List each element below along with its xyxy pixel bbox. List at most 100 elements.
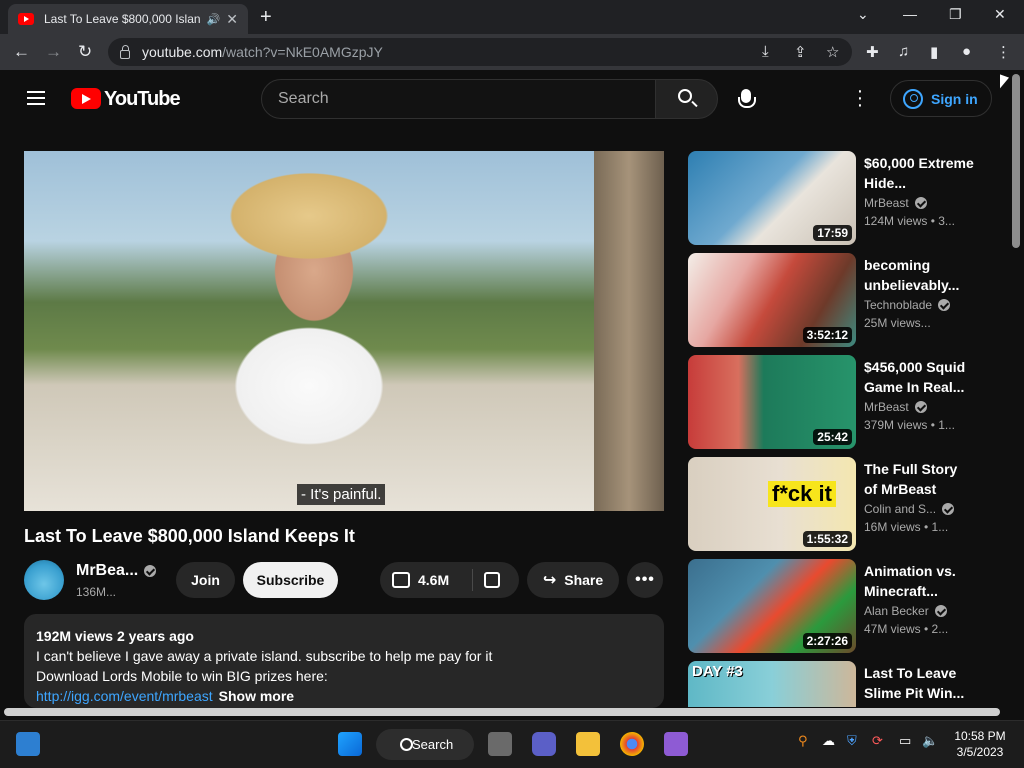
verified-icon: [938, 299, 951, 311]
description-box[interactable]: 192M views 2 years ago I can't believe I…: [24, 614, 664, 708]
cloud-off-icon[interactable]: ☁: [822, 733, 835, 749]
recommended-channel-row: Colin and S...: [864, 502, 955, 516]
video-title: Last To Leave $800,000 Island Keeps It: [24, 526, 355, 546]
recommended-channel-row: Technoblade: [864, 298, 951, 312]
microphone-icon[interactable]: [738, 89, 756, 108]
duration-badge: 2:27:26: [802, 633, 852, 649]
recommended-video[interactable]: 17:59 $60,000 Extreme Hide... MrBeast 12…: [688, 151, 988, 245]
start-windows-icon[interactable]: [338, 732, 362, 756]
url-path: /watch?v=NkE0AMGzpJY: [222, 44, 383, 60]
recommended-title[interactable]: The Full Story of MrBeast: [864, 459, 974, 499]
address-bar[interactable]: youtube.com/watch?v=NkE0AMGzpJY: [108, 38, 852, 66]
recommended-channel: Alan Becker: [864, 604, 929, 618]
recommended-video[interactable]: 2:27:26 Animation vs. Minecraft... Alan …: [688, 559, 988, 653]
taskbar-search[interactable]: Search: [376, 729, 474, 760]
vertical-scrollbar[interactable]: [1012, 74, 1020, 248]
like-divider: [472, 569, 473, 591]
back-icon[interactable]: ←: [13, 42, 30, 62]
install-icon[interactable]: ⤓: [762, 43, 769, 60]
thumbnail-text: DAY #3: [692, 663, 743, 680]
channel-avatar[interactable]: [24, 560, 64, 600]
clock-time: 10:58 PM: [954, 729, 1006, 743]
thumbs-up-icon[interactable]: [392, 572, 410, 588]
recommended-title[interactable]: Last To Leave Slime Pit Win...: [864, 663, 974, 703]
taskbar-clock[interactable]: 10:58 PM 3/5/2023: [950, 728, 1010, 760]
video-thumbnail[interactable]: 25:42: [688, 355, 856, 449]
url-host: youtube.com: [142, 44, 223, 60]
recommended-title[interactable]: $456,000 Squid Game In Real...: [864, 357, 974, 397]
recommended-title[interactable]: becoming unbelievably...: [864, 255, 974, 295]
media-control-icon[interactable]: ♫: [898, 43, 909, 60]
youtube-favicon-icon: [18, 13, 34, 25]
mouse-cursor: [1000, 74, 1009, 92]
settings-kebab-icon[interactable]: · · ·: [856, 81, 864, 115]
sign-in-label: Sign in: [931, 90, 978, 107]
volume-icon[interactable]: 🔈: [922, 733, 938, 749]
user-circle-icon: [903, 88, 923, 109]
recommended-views: 379M views • 1...: [864, 418, 955, 432]
recommended-video[interactable]: 25:42 $456,000 Squid Game In Real... MrB…: [688, 355, 988, 449]
recommended-video[interactable]: f*ck it 1:55:32 The Full Story of MrBeas…: [688, 457, 988, 551]
lock-icon[interactable]: [120, 44, 130, 59]
video-thumbnail[interactable]: 3:52:12: [688, 253, 856, 347]
sync-icon[interactable]: ⟳: [872, 733, 883, 749]
youtube-logo-text[interactable]: YouTube: [104, 88, 181, 111]
search-input[interactable]: Search: [261, 79, 656, 119]
forward-icon[interactable]: →: [45, 42, 62, 62]
share-page-icon[interactable]: ⇪: [794, 43, 807, 61]
minimize-button[interactable]: —: [903, 6, 917, 22]
recommended-views: 124M views • 3...: [864, 214, 955, 228]
video-thumbnail[interactable]: DAY #3: [688, 661, 856, 707]
hamburger-menu-icon[interactable]: [27, 91, 45, 105]
extensions-icon[interactable]: ✚: [866, 43, 879, 61]
task-view-icon[interactable]: [488, 732, 512, 756]
file-explorer-icon[interactable]: [576, 732, 600, 756]
horizontal-scrollbar[interactable]: [4, 708, 1000, 716]
browser-menu-icon[interactable]: ⋮: [996, 43, 1011, 61]
speaker-icon[interactable]: 🔊: [207, 13, 221, 26]
channel-name[interactable]: MrBea...: [76, 562, 138, 580]
recommended-video[interactable]: DAY #3 Last To Leave Slime Pit Win...: [688, 661, 988, 707]
thumbs-down-icon[interactable]: [484, 572, 500, 588]
video-thumbnail[interactable]: f*ck it 1:55:32: [688, 457, 856, 551]
sign-in-button[interactable]: Sign in: [890, 80, 992, 117]
teams-chat-icon[interactable]: [532, 732, 556, 756]
recommended-channel: Colin and S...: [864, 502, 937, 516]
tab-search-icon[interactable]: ⌄: [857, 6, 869, 23]
network-icon[interactable]: ▭: [899, 733, 911, 749]
more-actions-button[interactable]: •••: [627, 562, 663, 598]
show-more-button[interactable]: Show more: [219, 688, 294, 704]
join-button[interactable]: Join: [176, 562, 235, 598]
profile-icon[interactable]: ●: [962, 43, 971, 60]
close-window-button[interactable]: ✕: [994, 6, 1006, 23]
side-panel-icon[interactable]: ▮: [930, 43, 938, 61]
share-button[interactable]: ↪ Share: [527, 562, 619, 598]
video-player[interactable]: [24, 151, 664, 511]
channel-name-row[interactable]: MrBea...: [76, 562, 157, 580]
recommended-video[interactable]: 3:52:12 becoming unbelievably... Technob…: [688, 253, 988, 347]
recommended-title[interactable]: $60,000 Extreme Hide...: [864, 153, 974, 193]
youtube-logo-icon[interactable]: [71, 88, 101, 109]
visual-studio-icon[interactable]: [664, 732, 688, 756]
close-tab-icon[interactable]: ✕: [226, 11, 238, 28]
widgets-icon[interactable]: [16, 732, 40, 756]
security-shield-icon[interactable]: ⛨: [847, 733, 857, 749]
video-thumbnail[interactable]: 17:59: [688, 151, 856, 245]
like-dislike-group[interactable]: 4.6M: [380, 562, 519, 598]
description-line-1: I can't believe I gave away a private is…: [36, 648, 493, 664]
search-icon[interactable]: [678, 89, 692, 103]
subscribe-button[interactable]: Subscribe: [243, 562, 338, 598]
new-tab-button[interactable]: +: [260, 6, 272, 29]
browser-tab-active[interactable]: Last To Leave $800,000 Islan 🔊 ✕: [8, 4, 248, 34]
subscriber-count: 136M...: [76, 585, 117, 599]
reload-icon[interactable]: ↻: [78, 42, 92, 62]
duration-badge: 17:59: [813, 225, 852, 241]
recommended-title[interactable]: Animation vs. Minecraft...: [864, 561, 974, 601]
video-thumbnail[interactable]: 2:27:26: [688, 559, 856, 653]
description-link[interactable]: http://igg.com/event/mrbeast: [36, 688, 213, 704]
restore-button[interactable]: ❐: [949, 6, 962, 23]
recommended-channel: Technoblade: [864, 298, 933, 312]
search-tray-icon[interactable]: ⚲: [798, 733, 808, 749]
bookmark-star-icon[interactable]: ☆: [826, 43, 839, 61]
chrome-icon[interactable]: [620, 732, 644, 756]
